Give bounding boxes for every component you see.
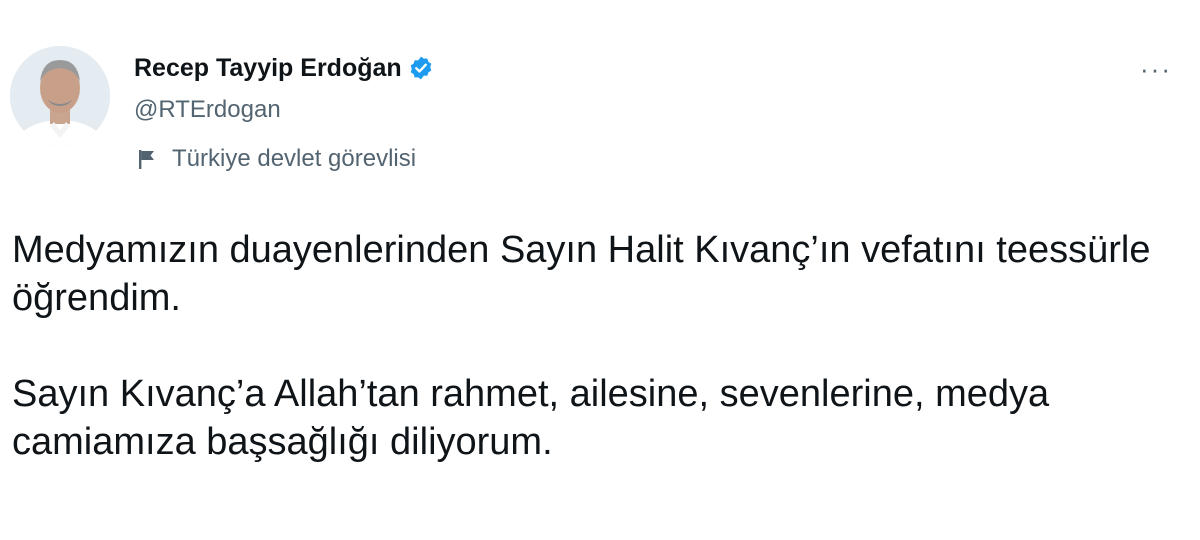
flag-icon (136, 148, 158, 170)
account-label-text: Türkiye devlet görevlisi (172, 145, 417, 172)
account-label[interactable]: Türkiye devlet görevlisi (136, 144, 416, 174)
author-avatar[interactable] (10, 46, 110, 146)
tweet-paragraph: Sayın Kıvanç’a Allah’tan rahmet, ailesin… (12, 373, 1050, 463)
verified-badge-icon (408, 55, 434, 81)
more-options-button[interactable]: ··· (1134, 54, 1178, 84)
author-handle[interactable]: @RTErdogan (134, 96, 281, 124)
author-display-name[interactable]: Recep Tayyip Erdoğan (134, 54, 402, 83)
profile-photo-icon (10, 46, 110, 146)
tweet-text: Medyamızın duayenlerinden Sayın Halit Kı… (12, 226, 1182, 466)
tweet-card: Recep Tayyip Erdoğan @RTErdogan Türkiye … (0, 0, 1200, 540)
tweet-paragraph: Medyamızın duayenlerinden Sayın Halit Kı… (12, 229, 1151, 319)
more-icon: ··· (1140, 54, 1172, 84)
author-name-row: Recep Tayyip Erdoğan (134, 52, 434, 84)
